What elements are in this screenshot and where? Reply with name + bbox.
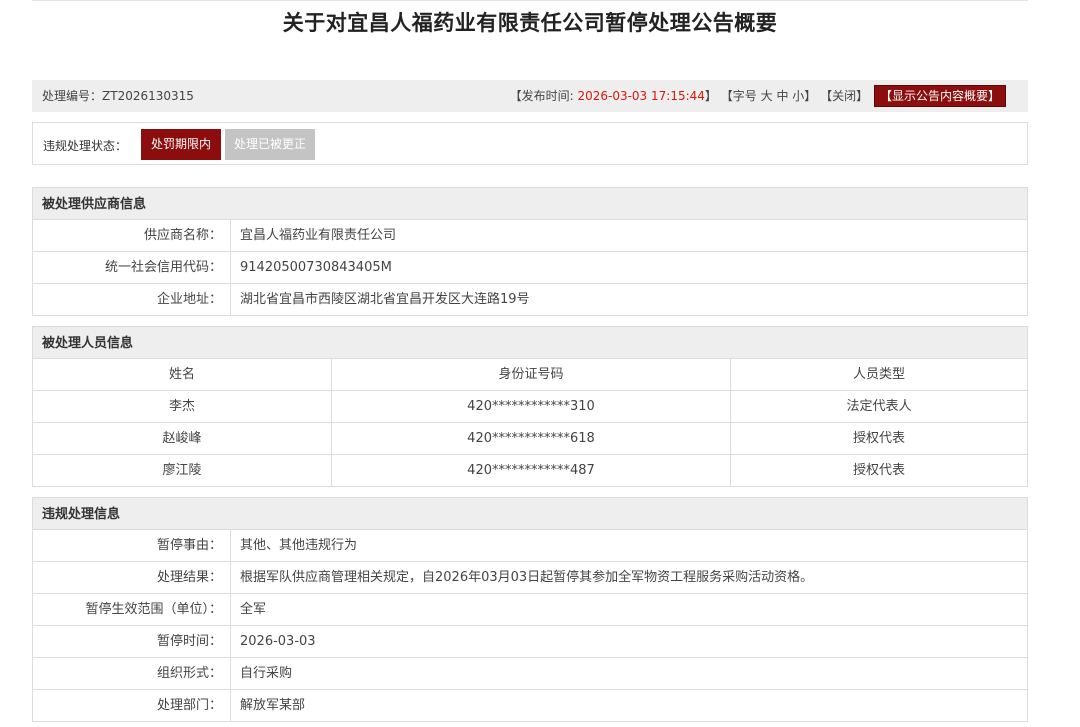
meta-actions: 【发布时间: 2026-03-03 17:15:44】 【字号 大 中 小】 【… [510, 80, 1006, 112]
violation-info-section: 违规处理信息 暂停事由： 其他、其他违规行为 处理结果： 根据军队供应商管理相关… [32, 497, 1028, 722]
font-medium-link[interactable]: 中 [776, 89, 788, 103]
person-id: 420************618 [332, 423, 731, 454]
column-id-header: 身份证号码 [332, 359, 731, 390]
person-name: 赵峻峰 [33, 423, 332, 454]
meta-bar: 处理编号：ZT2026130315 【发布时间: 2026-03-03 17:1… [32, 80, 1028, 112]
publish-time-value: 2026-03-03 17:15:44 [577, 89, 705, 103]
suspension-reason-value: 其他、其他违规行为 [240, 538, 358, 553]
close-link[interactable]: 【关闭】 [820, 89, 868, 103]
violation-row: 组织形式： 自行采购 [33, 658, 1027, 690]
person-type: 授权代表 [852, 431, 905, 446]
supplier-name-value: 宜昌人福药业有限责任公司 [240, 228, 397, 243]
status-penalty-active-button[interactable]: 处罚期限内 [141, 129, 221, 160]
violation-row: 暂停事由： 其他、其他违规行为 [33, 530, 1027, 562]
violation-row: 暂停时间： 2026-03-03 [33, 626, 1027, 658]
supplier-row: 统一社会信用代码： 91420500730843405M [33, 252, 1027, 284]
credit-code-value: 91420500730843405M [240, 260, 392, 275]
process-number-label: 处理编号： [42, 89, 103, 103]
person-name: 李杰 [33, 391, 332, 422]
persons-table-header: 姓名 身份证号码 人员类型 [33, 359, 1027, 391]
table-row: 廖江陵 420************487 授权代表 [33, 455, 1027, 487]
publish-time-label: 【发布时间: [509, 89, 574, 103]
suspension-reason-label: 暂停事由： [33, 530, 231, 561]
violation-status-label: 违规处理状态： [43, 139, 128, 153]
department-value: 解放军某部 [240, 698, 306, 713]
font-size-label: 【字号 [720, 89, 757, 103]
department-label: 处理部门： [33, 690, 231, 721]
status-corrected-button[interactable]: 处理已被更正 [225, 129, 315, 160]
supplier-info-section: 被处理供应商信息 供应商名称： 宜昌人福药业有限责任公司 统一社会信用代码： 9… [32, 187, 1028, 316]
supplier-info-header: 被处理供应商信息 [33, 188, 1027, 220]
column-name-header: 姓名 [33, 359, 332, 390]
column-type-header: 人员类型 [852, 367, 905, 382]
address-label: 企业地址： [33, 284, 231, 315]
process-number: 处理编号：ZT2026130315 [42, 80, 194, 112]
person-id: 420************487 [332, 455, 731, 486]
address-value: 湖北省宜昌市西陵区湖北省宜昌开发区大连路19号 [240, 292, 530, 307]
violation-status-panel: 违规处理状态： 处罚期限内 处理已被更正 [32, 122, 1028, 165]
violation-row: 处理部门： 解放军某部 [33, 690, 1027, 722]
persons-info-section: 被处理人员信息 姓名 身份证号码 人员类型 李杰 420************… [32, 326, 1028, 487]
page-title: 关于对宜昌人福药业有限责任公司暂停处理公告概要 [282, 11, 778, 35]
person-id: 420************310 [332, 391, 731, 422]
suspension-date-label: 暂停时间： [33, 626, 231, 657]
result-value: 根据军队供应商管理相关规定，自2026年03月03日起暂停其参加全军物资工程服务… [240, 570, 814, 585]
persons-info-header: 被处理人员信息 [33, 327, 1027, 359]
process-number-value: ZT2026130315 [102, 89, 194, 103]
violation-row: 处理结果： 根据军队供应商管理相关规定，自2026年03月03日起暂停其参加全军… [33, 562, 1027, 594]
supplier-row: 企业地址： 湖北省宜昌市西陵区湖北省宜昌开发区大连路19号 [33, 284, 1027, 316]
show-summary-button[interactable]: 【显示公告内容概要】 [873, 85, 1006, 107]
font-large-link[interactable]: 大 [761, 89, 773, 103]
result-label: 处理结果： [33, 562, 231, 593]
table-row: 李杰 420************310 法定代表人 [33, 391, 1027, 423]
scope-value: 全军 [240, 602, 267, 617]
font-small-link[interactable]: 小 [792, 89, 804, 103]
credit-code-label: 统一社会信用代码： [33, 252, 231, 283]
publish-time-bracket: 】 [704, 89, 717, 103]
organization-form-label: 组织形式： [33, 658, 231, 689]
supplier-name-label: 供应商名称： [33, 220, 231, 251]
scope-label: 暂停生效范围（单位）： [33, 594, 231, 625]
table-row: 赵峻峰 420************618 授权代表 [33, 423, 1027, 455]
person-name: 廖江陵 [33, 455, 332, 486]
supplier-row: 供应商名称： 宜昌人福药业有限责任公司 [33, 220, 1027, 252]
person-type: 授权代表 [852, 463, 905, 478]
violation-row: 暂停生效范围（单位）： 全军 [33, 594, 1027, 626]
font-size-bracket: 】 [804, 89, 817, 103]
violation-info-header: 违规处理信息 [33, 498, 1027, 530]
organization-form-value: 自行采购 [240, 666, 293, 681]
person-type: 法定代表人 [846, 399, 912, 414]
suspension-date-value: 2026-03-03 [240, 634, 316, 649]
top-divider [32, 0, 1028, 1]
